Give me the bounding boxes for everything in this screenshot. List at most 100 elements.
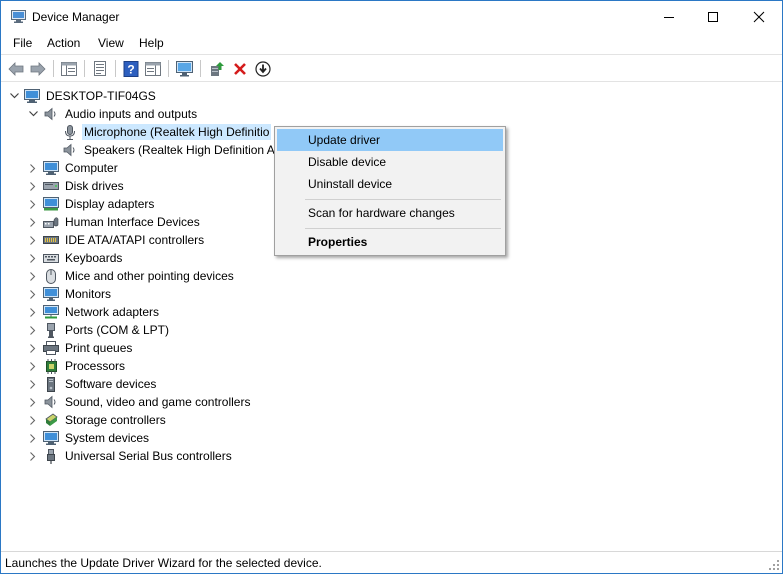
menu-action[interactable]: Action (47, 36, 80, 50)
tree-node-mice[interactable]: Mice and other pointing devices (27, 267, 236, 285)
system-device-icon (43, 430, 59, 446)
action-pane-button[interactable] (143, 59, 163, 78)
collapse-chevron-icon[interactable] (8, 87, 20, 105)
context-menu-scan-hardware[interactable]: Scan for hardware changes (277, 202, 503, 224)
forward-arrow-icon (30, 61, 46, 76)
tree-node-label: Display adapters (65, 197, 155, 211)
properties-sheet-icon (94, 61, 106, 76)
display-adapter-icon (43, 196, 59, 212)
toolbar-separator (200, 60, 201, 77)
title-bar[interactable]: Device Manager (1, 1, 782, 33)
expand-chevron-icon[interactable] (27, 267, 39, 285)
tree-node-label: Storage controllers (65, 413, 166, 427)
expand-chevron-icon[interactable] (27, 375, 39, 393)
toolbar: ? (1, 54, 782, 82)
tree-node-microphone[interactable]: Microphone (Realtek High Definitio (46, 123, 272, 141)
expand-chevron-icon[interactable] (27, 285, 39, 303)
usb-icon (43, 448, 59, 464)
forward-button[interactable] (28, 59, 48, 78)
tree-node-storage-controllers[interactable]: Storage controllers (27, 411, 168, 429)
menu-view[interactable]: View (98, 36, 124, 50)
tree-node-usb-controllers[interactable]: Universal Serial Bus controllers (27, 447, 234, 465)
computer-root-icon (24, 88, 40, 104)
context-menu-update-driver[interactable]: Update driver (277, 129, 503, 151)
tree-node-label: System devices (65, 431, 150, 445)
close-button[interactable] (736, 1, 782, 33)
computer-icon (43, 160, 59, 176)
tree-root-node[interactable]: DESKTOP-TIF04GS (8, 87, 158, 105)
tree-node-keyboards[interactable]: Keyboards (27, 249, 124, 267)
context-menu-separator (305, 228, 501, 229)
context-menu-uninstall-device[interactable]: Uninstall device (277, 173, 503, 195)
tree-node-sound-video-game[interactable]: Sound, video and game controllers (27, 393, 252, 411)
tree-node-label: Mice and other pointing devices (65, 269, 234, 283)
expand-chevron-icon[interactable] (27, 321, 39, 339)
collapse-chevron-icon[interactable] (27, 105, 39, 123)
action-pane-icon (145, 61, 161, 76)
help-button[interactable]: ? (121, 59, 141, 78)
tree-node-monitors[interactable]: Monitors (27, 285, 113, 303)
computer-name-label: DESKTOP-TIF04GS (46, 89, 156, 103)
update-driver-button[interactable] (207, 59, 227, 78)
tree-node-label: Microphone (Realtek High Definitio (82, 124, 272, 140)
expand-chevron-icon[interactable] (27, 159, 39, 177)
tree-node-label: Audio inputs and outputs (65, 107, 198, 121)
tree-node-print-queues[interactable]: Print queues (27, 339, 134, 357)
tree-node-ports[interactable]: Ports (COM & LPT) (27, 321, 171, 339)
printer-icon (43, 340, 59, 356)
download-arrow-icon (255, 60, 271, 77)
maximize-button[interactable] (690, 1, 736, 33)
expand-chevron-icon[interactable] (27, 177, 39, 195)
expand-chevron-icon[interactable] (27, 249, 39, 267)
expand-chevron-icon[interactable] (27, 213, 39, 231)
expand-chevron-icon[interactable] (27, 411, 39, 429)
uninstall-device-icon (234, 62, 246, 75)
expand-chevron-icon[interactable] (27, 447, 39, 465)
tree-node-human-interface-devices[interactable]: Human Interface Devices (27, 213, 202, 231)
status-text: Launches the Update Driver Wizard for th… (5, 556, 322, 570)
enable-device-button[interactable] (253, 59, 273, 78)
audio-speaker-icon (43, 106, 59, 122)
back-button[interactable] (6, 59, 26, 78)
tree-node-ide-controllers[interactable]: IDE ATA/ATAPI controllers (27, 231, 206, 249)
context-menu-disable-device[interactable]: Disable device (277, 151, 503, 173)
microphone-icon (62, 124, 78, 140)
tree-node-system-devices[interactable]: System devices (27, 429, 151, 447)
expand-chevron-icon[interactable] (27, 393, 39, 411)
toolbar-separator (168, 60, 169, 77)
expand-chevron-icon[interactable] (27, 339, 39, 357)
ide-controller-icon (43, 232, 59, 248)
resize-grip-icon[interactable] (768, 559, 780, 571)
software-device-icon (43, 376, 59, 392)
properties-button[interactable] (90, 59, 110, 78)
tree-node-processors[interactable]: Processors (27, 357, 127, 375)
device-manager-window: Device Manager File Action View Help ? D… (0, 0, 783, 574)
menu-file[interactable]: File (13, 36, 32, 50)
tree-node-speakers[interactable]: Speakers (Realtek High Definition A (46, 141, 277, 159)
expand-chevron-icon[interactable] (27, 195, 39, 213)
tree-node-network-adapters[interactable]: Network adapters (27, 303, 161, 321)
toolbar-separator (84, 60, 85, 77)
tree-node-display-adapters[interactable]: Display adapters (27, 195, 156, 213)
tree-node-label: Human Interface Devices (65, 215, 200, 229)
expand-chevron-icon[interactable] (27, 231, 39, 249)
tree-node-software-devices[interactable]: Software devices (27, 375, 158, 393)
show-hide-console-tree-button[interactable] (59, 59, 79, 78)
scan-hardware-button[interactable] (175, 59, 195, 78)
expand-chevron-icon[interactable] (27, 357, 39, 375)
tree-node-label: Network adapters (65, 305, 160, 319)
monitor-icon (43, 286, 59, 302)
tree-node-computer[interactable]: Computer (27, 159, 120, 177)
expand-chevron-icon[interactable] (27, 303, 39, 321)
tree-node-label: Disk drives (65, 179, 124, 193)
menu-help[interactable]: Help (139, 36, 164, 50)
tree-node-disk-drives[interactable]: Disk drives (27, 177, 126, 195)
expand-chevron-icon[interactable] (27, 429, 39, 447)
processor-icon (43, 358, 59, 374)
tree-node-label: Keyboards (65, 251, 123, 265)
minimize-button[interactable] (646, 1, 692, 33)
tree-node-audio-inputs[interactable]: Audio inputs and outputs (27, 105, 199, 123)
uninstall-device-button[interactable] (230, 59, 250, 78)
context-menu-properties[interactable]: Properties (277, 231, 503, 253)
svg-text:?: ? (127, 62, 134, 76)
